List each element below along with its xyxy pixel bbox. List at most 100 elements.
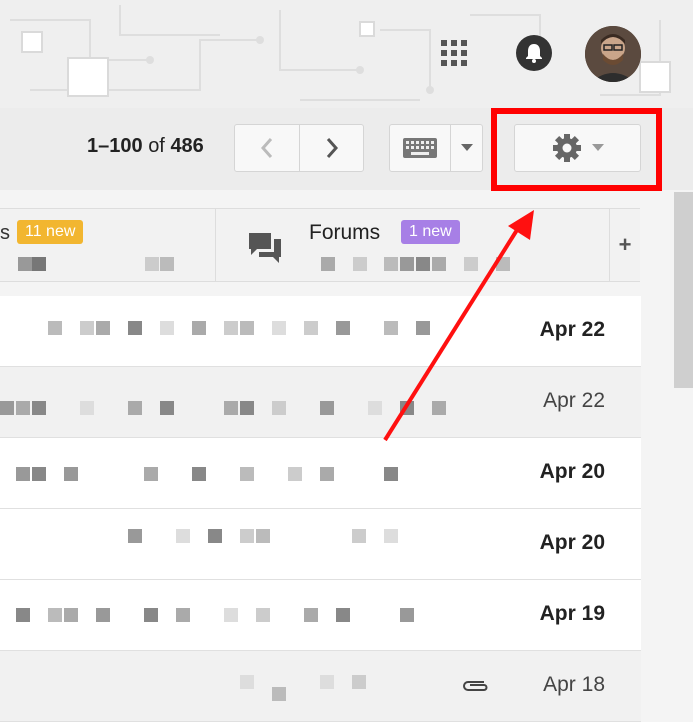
social-new-badge: 11 new	[17, 220, 84, 244]
redacted-snippet	[272, 401, 286, 415]
redacted-snippet	[160, 257, 174, 271]
redacted-snippet	[176, 529, 190, 543]
settings-button[interactable]	[514, 124, 641, 172]
redacted-snippet	[384, 467, 398, 481]
redacted-snippet	[144, 467, 158, 481]
redacted-snippet	[128, 321, 142, 335]
redacted-snippet	[240, 401, 254, 415]
redacted-snippet	[304, 608, 318, 622]
message-row[interactable]: Apr 22	[0, 296, 641, 367]
redacted-snippet	[432, 401, 446, 415]
category-tabs: s 11 new Forums 1 new +	[0, 208, 640, 282]
pagination-label: 1–100 of 486	[87, 135, 204, 158]
redacted-snippet	[321, 257, 335, 271]
older-button[interactable]	[235, 125, 299, 171]
redacted-snippet	[336, 321, 350, 335]
redacted-snippet	[304, 321, 318, 335]
input-tools-dropdown[interactable]	[450, 125, 482, 171]
redacted-snippet	[320, 401, 334, 415]
pager-of: of	[148, 135, 165, 157]
forums-new-badge: 1 new	[401, 220, 460, 244]
redacted-snippet	[224, 321, 238, 335]
redacted-snippet	[384, 321, 398, 335]
message-date: Apr 22	[539, 318, 605, 341]
redacted-snippet	[240, 321, 254, 335]
redacted-snippet	[144, 608, 158, 622]
newer-button[interactable]	[299, 125, 363, 171]
redacted-snippet	[320, 467, 334, 481]
redacted-snippet	[16, 467, 30, 481]
pager-range: 1–100	[87, 135, 143, 157]
scrollbar-thumb[interactable]	[674, 192, 693, 388]
tab-forums[interactable]: Forums 1 new	[216, 209, 610, 281]
input-tools-button[interactable]	[390, 125, 450, 171]
redacted-snippet	[368, 401, 382, 415]
redacted-snippet	[128, 401, 142, 415]
paperclip-icon	[463, 681, 488, 691]
caret-down-icon	[591, 144, 604, 151]
message-row[interactable]: Apr 19	[0, 580, 641, 651]
add-tab-button[interactable]: +	[610, 209, 640, 281]
redacted-snippet	[96, 608, 110, 622]
tab-social-label: s	[0, 222, 10, 244]
redacted-snippet	[176, 608, 190, 622]
redacted-snippet	[384, 257, 398, 271]
message-row[interactable]: Apr 20	[0, 438, 641, 509]
apps-grid-icon[interactable]	[439, 38, 469, 68]
input-tools	[389, 124, 483, 172]
redacted-snippet	[80, 401, 94, 415]
notifications-button[interactable]	[516, 35, 552, 71]
redacted-snippet	[18, 257, 32, 271]
redacted-snippet	[80, 321, 94, 335]
message-date: Apr 22	[543, 389, 605, 412]
redacted-snippet	[32, 257, 46, 271]
header-banner	[0, 0, 693, 108]
redacted-snippet	[32, 467, 46, 481]
pager-total: 486	[170, 135, 204, 157]
redacted-snippet	[16, 401, 30, 415]
message-row[interactable]: Apr 22	[0, 367, 641, 438]
redacted-snippet	[352, 675, 366, 689]
chevron-right-icon	[326, 138, 338, 158]
caret-down-icon	[460, 144, 473, 151]
message-row[interactable]: Apr 18	[0, 651, 641, 722]
redacted-snippet	[288, 467, 302, 481]
redacted-snippet	[336, 608, 350, 622]
redacted-snippet	[224, 401, 238, 415]
keyboard-icon	[403, 138, 437, 158]
message-date: Apr 19	[539, 602, 605, 625]
redacted-snippet	[240, 675, 254, 689]
redacted-snippet	[496, 257, 510, 271]
redacted-snippet	[160, 321, 174, 335]
redacted-snippet	[96, 321, 110, 335]
gear-icon	[552, 134, 581, 162]
redacted-snippet	[16, 608, 30, 622]
redacted-snippet	[145, 257, 159, 271]
redacted-snippet	[64, 608, 78, 622]
redacted-snippet	[416, 257, 430, 271]
redacted-snippet	[464, 257, 478, 271]
pager-nav	[234, 124, 364, 172]
message-date: Apr 20	[539, 531, 605, 554]
redacted-snippet	[272, 321, 286, 335]
redacted-snippet	[400, 257, 414, 271]
account-avatar[interactable]	[585, 26, 641, 82]
redacted-snippet	[0, 401, 14, 415]
redacted-snippet	[240, 467, 254, 481]
redacted-snippet	[353, 257, 367, 271]
avatar-photo	[585, 26, 641, 82]
redacted-snippet	[384, 529, 398, 543]
redacted-snippet	[352, 529, 366, 543]
tab-social[interactable]: s 11 new	[0, 209, 216, 281]
message-row[interactable]: Apr 20	[0, 509, 641, 580]
bell-icon	[526, 44, 542, 63]
redacted-snippet	[32, 401, 46, 415]
redacted-snippet	[400, 608, 414, 622]
message-date: Apr 18	[543, 673, 605, 696]
redacted-snippet	[160, 401, 174, 415]
redacted-snippet	[256, 529, 270, 543]
redacted-snippet	[192, 321, 206, 335]
redacted-snippet	[224, 608, 238, 622]
redacted-snippet	[208, 529, 222, 543]
chevron-left-icon	[260, 138, 273, 158]
